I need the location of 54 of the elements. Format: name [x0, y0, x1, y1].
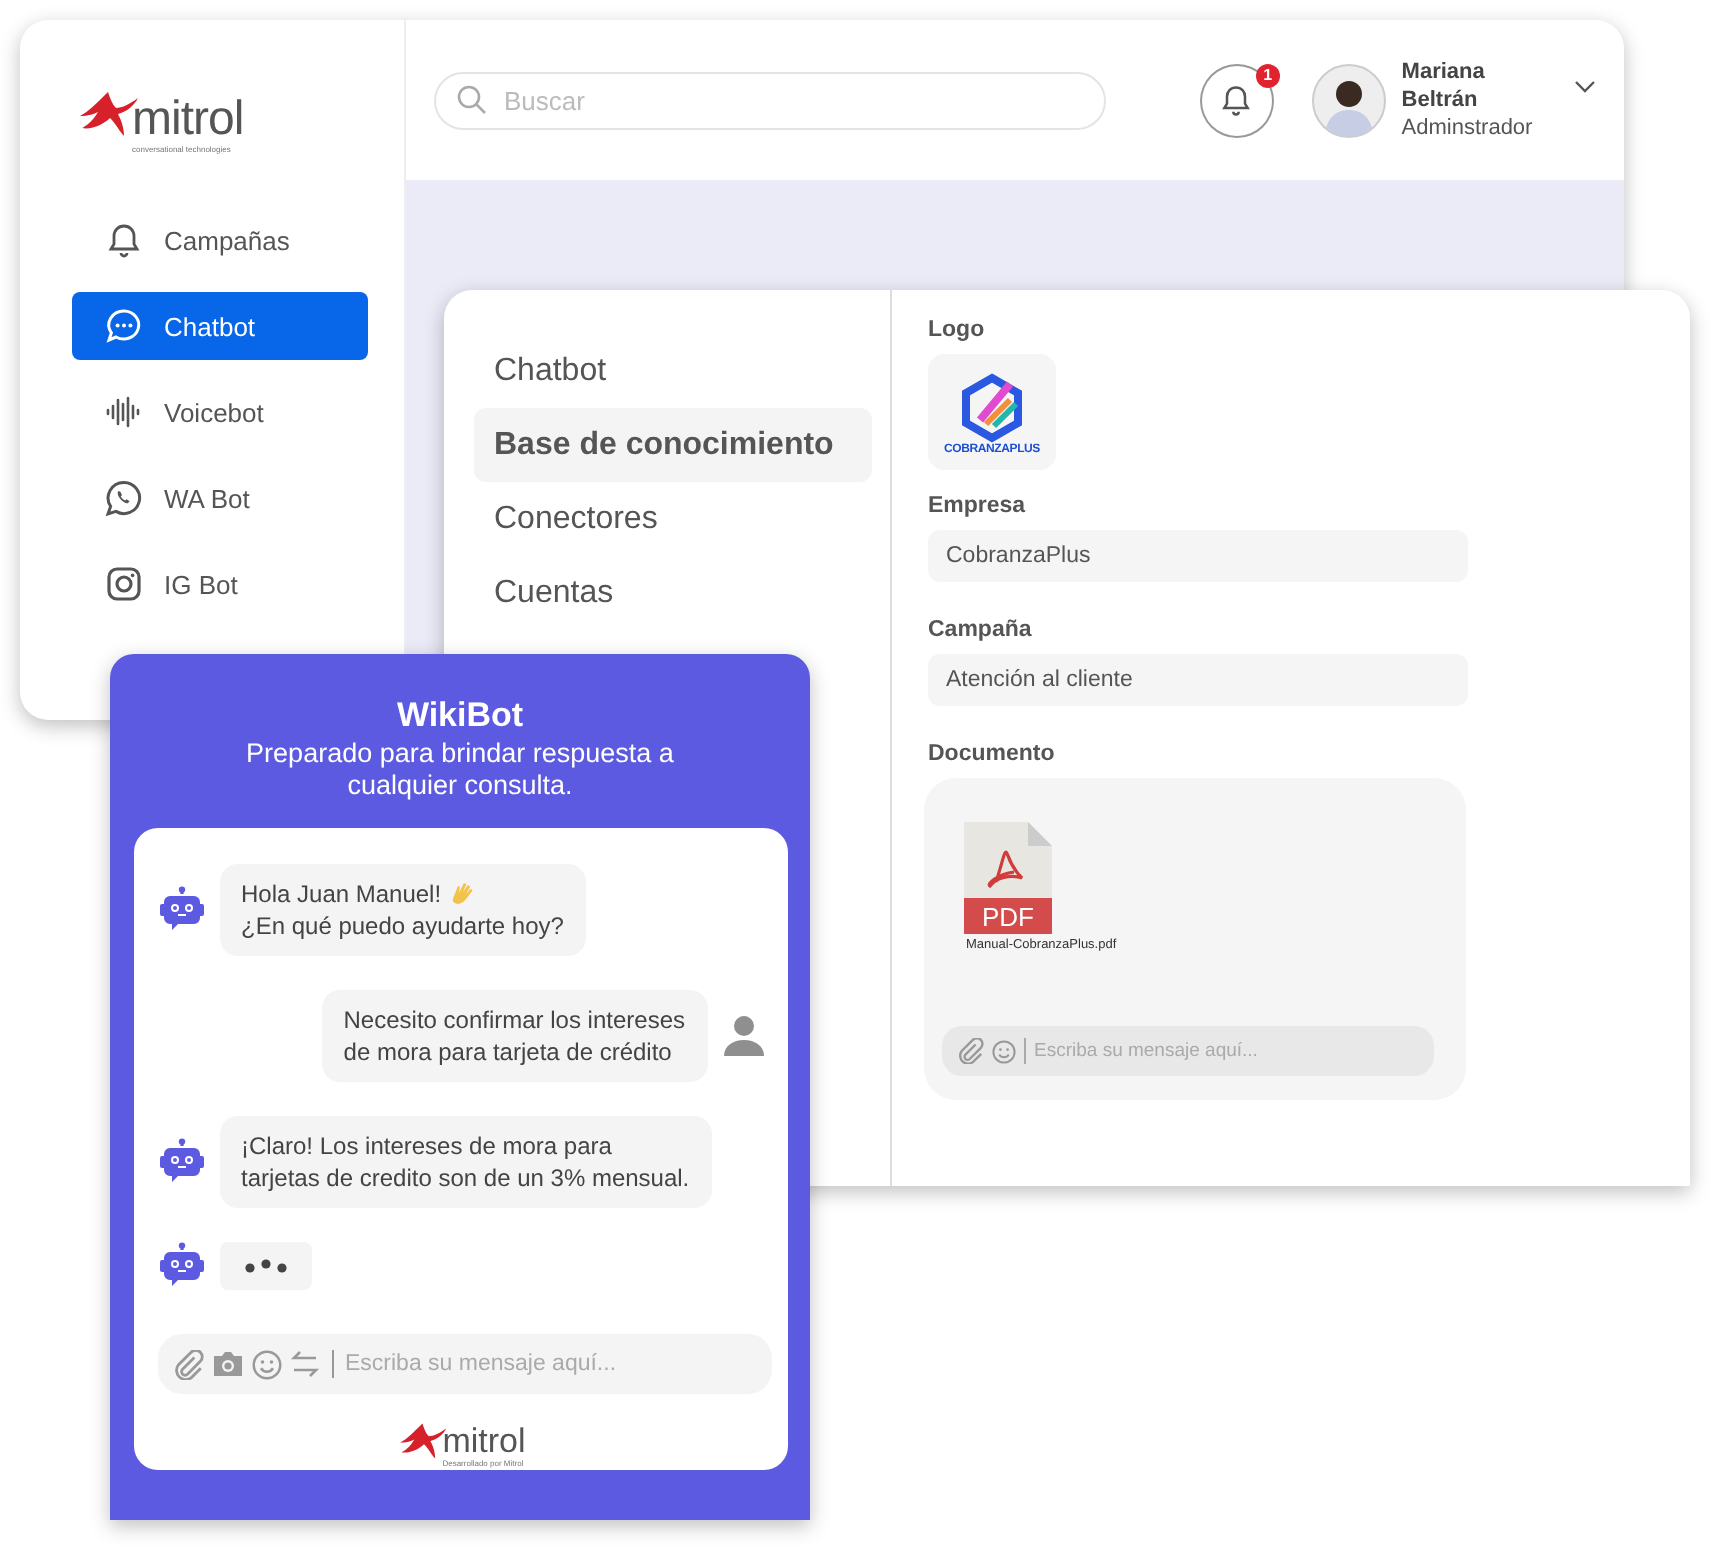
phone-bubble-icon [104, 478, 144, 518]
robot-icon [157, 1242, 205, 1290]
message-field[interactable]: Escriba su mensaje aquí... [942, 1026, 1434, 1076]
waving-hand-icon [447, 880, 476, 908]
search-input[interactable]: Buscar [500, 83, 1060, 117]
user-role: Adminstrador [1401, 114, 1535, 142]
smiley-icon[interactable] [251, 1349, 281, 1379]
sidebar-item[interactable]: WA Bot [72, 464, 368, 532]
settings-menu-item[interactable]: Conectores [474, 482, 872, 556]
brand-name: mitrol [132, 95, 244, 143]
hexagon-logo-icon [958, 372, 1026, 444]
sidebar-item[interactable]: Chatbot [72, 292, 368, 360]
user-icon [721, 1014, 765, 1058]
notification-button[interactable]: 1 [1199, 63, 1274, 137]
paperclip-icon[interactable] [173, 1349, 203, 1379]
chevron-down-icon[interactable] [1574, 79, 1596, 93]
avatar-icon [1311, 63, 1386, 137]
sound-wave-icon [104, 392, 144, 432]
user-name: Mariana Beltrán [1401, 58, 1487, 114]
chat-title: WikiBot [396, 694, 524, 738]
settings-menu-item[interactable]: Base de conocimiento [474, 408, 872, 482]
chat-message: Hola Juan Manuel! ¿En qué puedo ayudarte hoy? [219, 864, 586, 956]
message-field[interactable]: Escriba su mensaje aquí... [157, 1334, 771, 1394]
camera-icon[interactable] [211, 1350, 243, 1378]
field-label: Campaña [928, 618, 1034, 642]
field-label: Empresa [928, 494, 1028, 518]
chat-message: Necesito confirmar los intereses de mora para tarjeta de crédito [321, 990, 707, 1082]
field-label: Logo [928, 318, 987, 342]
chat-message: ¡Claro! Los intereses de mora para tarjetas de credito son de un 3% mensual. [219, 1116, 712, 1208]
settings-menu-item[interactable]: Cuentas [474, 556, 872, 630]
search-icon [456, 84, 488, 116]
sidebar-item[interactable]: Voicebot [72, 378, 368, 446]
chat-subtitle: Preparado para brindar respuesta a cualquier consulta. [244, 738, 676, 802]
field-label: Documento [928, 742, 1057, 766]
bell-icon [104, 220, 144, 260]
swap-arrows-icon[interactable] [289, 1350, 319, 1378]
robot-icon [157, 886, 205, 934]
sidebar-item[interactable]: Campañas [72, 206, 368, 274]
camera-icon [104, 564, 144, 604]
brand-name: mitrol [442, 1424, 526, 1458]
paperclip-icon[interactable] [958, 1038, 984, 1064]
search-field[interactable]: Buscar [434, 71, 1106, 129]
bell-icon [1218, 82, 1255, 118]
message-input[interactable]: Escriba su mensaje aquí... [331, 1350, 711, 1378]
chat-bubble-icon [104, 306, 144, 346]
message-input[interactable]: Escriba su mensaje aquí... [1024, 1038, 1404, 1064]
smiley-icon[interactable] [992, 1039, 1016, 1063]
text-field[interactable]: Atención al cliente [928, 654, 1468, 706]
robot-icon [157, 1138, 205, 1186]
notification-badge: 1 [1255, 63, 1280, 87]
sidebar-item[interactable]: IG Bot [72, 550, 368, 618]
text-field[interactable]: CobranzaPlus [928, 530, 1468, 582]
settings-menu-item[interactable]: Chatbot [474, 334, 872, 408]
typing-dots-icon [243, 1258, 287, 1274]
